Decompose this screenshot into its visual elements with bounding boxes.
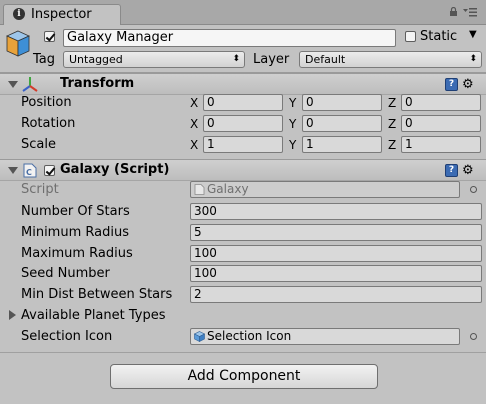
transform-axes-icon: [22, 77, 38, 92]
tag-label: Tag: [33, 52, 56, 67]
script-label: Script: [21, 182, 59, 197]
minimum-radius-label: Minimum Radius: [21, 225, 129, 240]
seed-number-field[interactable]: 100: [190, 265, 482, 282]
rotation-y-field[interactable]: 0: [302, 115, 382, 132]
axis-x-label: X: [190, 96, 199, 110]
foldout-expanded-icon[interactable]: [8, 81, 18, 88]
rotation-z-field[interactable]: 0: [401, 115, 481, 132]
position-y-field[interactable]: 0: [302, 94, 382, 111]
scale-label: Scale: [21, 137, 56, 152]
scale-z-field[interactable]: 1: [401, 136, 481, 153]
foldout-collapsed-icon[interactable]: [9, 310, 16, 320]
dropdown-arrow-icon: ⬍: [232, 54, 240, 64]
axis-y-label: Y: [289, 138, 297, 152]
axis-y-label: Y: [289, 117, 297, 131]
minimum-radius-field[interactable]: 5: [190, 224, 482, 241]
seed-number-label: Seed Number: [21, 266, 110, 281]
static-dropdown-icon[interactable]: ▼: [469, 29, 477, 40]
gameobject-name-input[interactable]: Galaxy Manager: [63, 29, 396, 47]
axis-x-label: X: [190, 117, 199, 131]
object-picker-icon: [470, 186, 477, 193]
axis-y-label: Y: [289, 96, 297, 110]
min-dist-between-stars-label: Min Dist Between Stars: [21, 287, 173, 302]
tag-dropdown[interactable]: Untagged ⬍: [63, 51, 245, 68]
tag-value: Untagged: [69, 53, 123, 66]
inspector-tab-label: Inspector: [31, 7, 92, 22]
layer-value: Default: [305, 53, 346, 66]
layer-label: Layer: [253, 52, 290, 67]
script-reference-value: Galaxy: [207, 182, 249, 196]
script-reference-field: Galaxy: [190, 181, 460, 198]
foldout-expanded-icon[interactable]: [8, 167, 18, 174]
selection-icon-field[interactable]: Selection Icon: [190, 328, 460, 345]
position-x-field[interactable]: 0: [203, 94, 283, 111]
inspector-tab-bar: i Inspector: [0, 0, 486, 26]
gear-icon[interactable]: ⚙: [462, 78, 474, 91]
gear-icon[interactable]: ⚙: [462, 164, 474, 177]
axis-x-label: X: [190, 138, 199, 152]
component-divider: [0, 352, 486, 353]
layer-dropdown[interactable]: Default ⬍: [299, 51, 482, 68]
static-label: Static: [420, 29, 458, 44]
position-z-field[interactable]: 0: [401, 94, 481, 111]
svg-text:C: C: [26, 168, 32, 177]
rotation-label: Rotation: [21, 116, 76, 131]
transform-header[interactable]: Transform ? ⚙: [0, 73, 486, 95]
scale-x-field[interactable]: 1: [203, 136, 283, 153]
static-checkbox[interactable]: [405, 31, 416, 42]
tab-menu-icon[interactable]: [463, 7, 477, 17]
dropdown-arrow-icon: ⬍: [469, 54, 477, 64]
lock-icon[interactable]: [449, 7, 458, 16]
info-icon: i: [13, 8, 25, 20]
axis-z-label: Z: [388, 96, 397, 110]
gameobject-cube-icon: [6, 30, 30, 57]
selection-icon-value: Selection Icon: [207, 329, 292, 343]
script-file-icon: C: [23, 163, 37, 178]
object-picker-icon[interactable]: [470, 333, 477, 340]
script-file-icon: [194, 184, 205, 195]
number-of-stars-field[interactable]: 300: [190, 203, 482, 220]
axis-z-label: Z: [388, 138, 397, 152]
galaxy-script-header[interactable]: C Galaxy (Script) ? ⚙: [0, 159, 486, 181]
min-dist-between-stars-field[interactable]: 2: [190, 286, 482, 303]
help-icon[interactable]: ?: [445, 164, 458, 177]
maximum-radius-label: Maximum Radius: [21, 246, 133, 261]
rotation-x-field[interactable]: 0: [203, 115, 283, 132]
maximum-radius-field[interactable]: 100: [190, 245, 482, 262]
add-component-button[interactable]: Add Component: [110, 364, 378, 389]
galaxy-script-title: Galaxy (Script): [60, 162, 170, 177]
selection-icon-label: Selection Icon: [21, 329, 113, 344]
gameobject-active-checkbox[interactable]: [44, 31, 55, 42]
axis-z-label: Z: [388, 117, 397, 131]
scale-y-field[interactable]: 1: [302, 136, 382, 153]
inspector-tab[interactable]: i Inspector: [3, 4, 121, 26]
available-planet-types-foldout[interactable]: Available Planet Types: [21, 308, 166, 323]
transform-title: Transform: [60, 76, 135, 91]
position-label: Position: [21, 95, 72, 110]
number-of-stars-label: Number Of Stars: [21, 204, 130, 219]
help-icon[interactable]: ?: [445, 78, 458, 91]
script-enabled-checkbox[interactable]: [44, 165, 55, 176]
prefab-cube-icon: [194, 331, 205, 342]
